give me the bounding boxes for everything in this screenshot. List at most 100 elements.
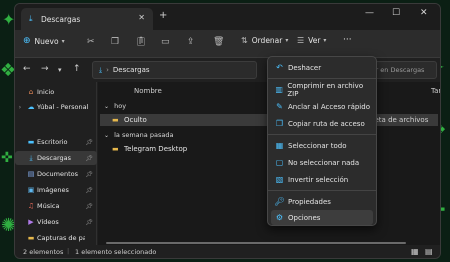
horizontal-scrollbar[interactable] — [106, 242, 406, 244]
sidebar-item-label: Escritorio — [37, 138, 68, 146]
tiles-view-icon[interactable]: ▤ — [425, 247, 433, 256]
chevron-down-icon: ▾ — [61, 37, 65, 45]
pin-icon: 📌︎ — [85, 186, 93, 194]
pictures-icon: ▣ — [27, 186, 35, 194]
cut-icon[interactable]: ✂ — [87, 37, 95, 47]
music-icon: ♫ — [27, 202, 35, 210]
menu-item-label: Seleccionar todo — [288, 141, 347, 150]
sort-button[interactable]: ⇅ Ordenar ▾ — [241, 36, 288, 45]
menu-item-deshacer[interactable]: ↶ Deshacer — [271, 60, 373, 75]
file-name: Telegram Desktop — [124, 145, 188, 153]
menu-item-seleccionar-todo[interactable]: ▦ Seleccionar todo — [271, 138, 373, 153]
item-count: 2 elementos — [23, 248, 64, 256]
address-field[interactable]: ⤓ › Descargas — [92, 61, 257, 79]
menu-item-comprimir-zip[interactable]: ▥ Comprimir en archivo ZIP — [271, 81, 373, 98]
group-header-label: la semana pasada — [114, 131, 174, 139]
chevron-down-icon: ⌄ — [104, 132, 110, 139]
menu-item-invertir[interactable]: ▧ Invertir selección — [271, 172, 373, 187]
group-header-last-week[interactable]: ⌄ la semana pasada — [104, 131, 173, 139]
menu-item-label: Comprimir en archivo ZIP — [287, 81, 364, 98]
sort-icon: ⇅ — [241, 36, 248, 45]
sidebar-item-descargas[interactable]: ⤓ Descargas 📌︎ — [15, 151, 97, 165]
menu-item-label: Propiedades — [288, 197, 331, 206]
menu-item-anclar[interactable]: ✎ Anclar al Acceso rápido — [271, 99, 373, 114]
home-icon: ⌂ — [28, 88, 34, 96]
sidebar-item-videos[interactable]: ▶ Vídeos 📌︎ — [15, 215, 97, 229]
paste-icon[interactable]: 📋︎ — [135, 37, 146, 47]
menu-separator — [268, 78, 376, 79]
group-header-today[interactable]: ⌄ hoy — [104, 102, 126, 110]
breadcrumb: Descargas — [112, 66, 150, 74]
sidebar-item-inicio[interactable]: ⌂ Inicio — [15, 85, 97, 99]
sidebar-item-label: Capturas de pan — [37, 234, 85, 242]
delete-icon[interactable]: 🗑︎ — [213, 37, 224, 47]
up-icon[interactable]: ↑ — [73, 64, 81, 74]
sidebar-item-label: Descargas — [37, 154, 72, 162]
sidebar-item-label: Documentos — [37, 170, 79, 178]
title-bar: ⤓ Descargas ✕ + — ☐ ✕ — [15, 4, 440, 30]
cloud-icon: ☁ — [27, 103, 35, 111]
pin-icon: 📌︎ — [85, 170, 93, 178]
sidebar-item-label: Vídeos — [37, 218, 59, 226]
close-window-button[interactable]: ✕ — [420, 8, 428, 18]
recent-chevron-icon[interactable]: ▾ — [58, 66, 62, 74]
sidebar-item-documentos[interactable]: ▤ Documentos 📌︎ — [15, 167, 97, 181]
view-icon: ☰ — [297, 36, 305, 45]
desktop-icon: ▬ — [27, 138, 35, 146]
new-tab-button[interactable]: + — [159, 10, 167, 21]
sidebar-item-escritorio[interactable]: ▬ Escritorio 📌︎ — [15, 135, 97, 149]
chevron-down-icon: ▾ — [285, 37, 289, 44]
details-view-icon[interactable]: ▦ — [411, 247, 419, 256]
sort-button-label: Ordenar — [251, 36, 283, 45]
pin-icon: ✎ — [276, 102, 283, 111]
folder-icon: ▬ — [112, 116, 119, 124]
more-options-menu: ↶ Deshacer ▥ Comprimir en archivo ZIP ✎ … — [267, 56, 377, 226]
options-icon: ⚙ — [275, 213, 284, 222]
zip-icon: ▥ — [275, 85, 283, 94]
pin-icon: 📌︎ — [85, 218, 93, 226]
add-icon: ⊕ — [23, 36, 31, 46]
minimize-button[interactable]: — — [365, 8, 374, 18]
column-header-name[interactable]: Nombre — [134, 87, 162, 95]
download-icon: ⤓ — [29, 153, 33, 162]
invert-selection-icon: ▧ — [275, 175, 284, 184]
tab-title: Descargas — [41, 14, 81, 24]
column-header-size[interactable]: Tam — [431, 87, 440, 95]
select-none-icon: ▢ — [275, 158, 284, 167]
more-options-button[interactable]: ··· — [343, 35, 352, 45]
menu-item-label: No seleccionar nada — [288, 158, 360, 167]
download-icon: ⤓ — [99, 65, 103, 74]
close-tab-icon[interactable]: ✕ — [138, 13, 145, 22]
menu-item-no-seleccionar[interactable]: ▢ No seleccionar nada — [271, 155, 373, 170]
tab-descargas[interactable]: ⤓ Descargas ✕ — [21, 8, 153, 30]
menu-item-copiar-ruta[interactable]: ❐ Copiar ruta de acceso — [271, 116, 373, 131]
view-button[interactable]: ☰ Ver ▾ — [297, 36, 326, 45]
share-icon[interactable]: ⇪ — [187, 37, 195, 47]
sidebar-item-label: Imágenes — [37, 186, 69, 194]
rename-icon[interactable]: ▭ — [161, 37, 170, 47]
folder-icon: ▬ — [112, 145, 119, 153]
pin-icon: 📌︎ — [85, 202, 93, 210]
copy-icon[interactable]: ❐ — [111, 37, 119, 47]
pin-icon: 📌︎ — [85, 154, 93, 162]
properties-icon: 🔑︎ — [274, 197, 285, 206]
folder-icon: ▬ — [27, 234, 35, 242]
sidebar-item-capturas[interactable]: ▬ Capturas de pan — [15, 231, 97, 245]
file-explorer-window: ⤓ Descargas ✕ + — ☐ ✕ ⊕ Nuevo ▾ ✂ ❐ 📋︎ ▭… — [14, 3, 441, 259]
forward-icon[interactable]: → — [41, 64, 49, 74]
pin-icon: 📌︎ — [85, 138, 93, 146]
back-icon[interactable]: ← — [23, 64, 31, 74]
maximize-button[interactable]: ☐ — [392, 8, 400, 18]
chevron-down-icon: ▾ — [323, 37, 327, 44]
command-bar: ⊕ Nuevo ▾ ✂ ❐ 📋︎ ▭ ⇪ 🗑︎ ⇅ Ordenar ▾ ☰ Ve… — [15, 30, 440, 58]
menu-item-propiedades[interactable]: 🔑︎ Propiedades — [271, 194, 373, 209]
menu-item-opciones[interactable]: ⚙ Opciones — [271, 210, 373, 225]
sidebar-item-imagenes[interactable]: ▣ Imágenes 📌︎ — [15, 183, 97, 197]
new-button[interactable]: ⊕ Nuevo ▾ — [23, 36, 65, 46]
new-button-label: Nuevo — [34, 36, 59, 46]
chevron-right-icon[interactable]: › — [15, 104, 25, 111]
sidebar-item-musica[interactable]: ♫ Música 📌︎ — [15, 199, 97, 213]
view-button-label: Ver — [308, 36, 321, 45]
sidebar-item-onedrive[interactable]: › ☁ Yúbal - Personal — [15, 100, 97, 114]
documents-icon: ▤ — [27, 170, 35, 178]
